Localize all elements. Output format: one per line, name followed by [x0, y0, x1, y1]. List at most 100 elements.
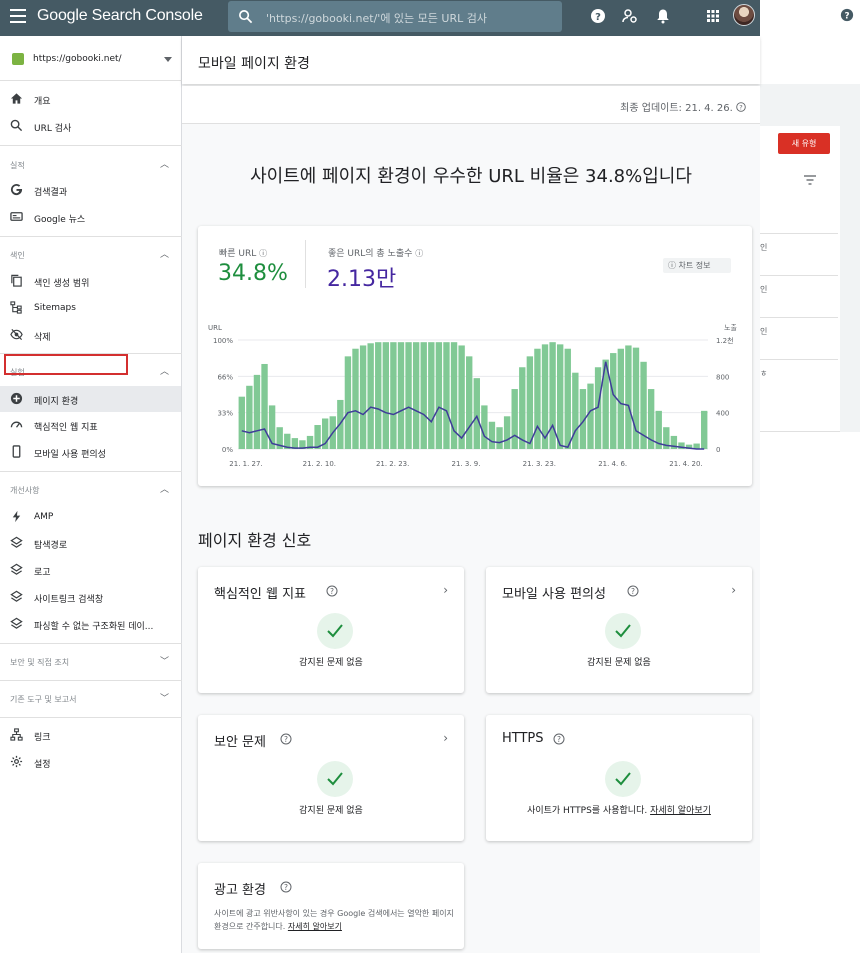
chevron-right-icon[interactable]: ›	[443, 731, 448, 745]
left-axis-label: URL	[208, 324, 222, 332]
bar	[359, 345, 367, 449]
y2-tick-label: 0	[716, 446, 720, 454]
sidebar-item-url-inspection[interactable]: URL 검사	[0, 113, 181, 139]
filter-icon[interactable]	[804, 175, 816, 185]
bar	[488, 421, 496, 449]
search-icon	[239, 10, 253, 24]
account-avatar[interactable]	[733, 4, 755, 26]
collapse-chevron-icon[interactable]: ︿	[160, 482, 169, 495]
learn-more-link[interactable]: 자세히 알아보기	[288, 922, 342, 931]
chevron-right-icon[interactable]: ›	[443, 583, 448, 597]
expand-chevron-icon[interactable]: ﹀	[160, 691, 169, 704]
security-issues-card[interactable]: 보안 문제 ? › 감지된 문제 없음	[198, 715, 464, 841]
sidebar-item-core-web-vitals[interactable]: 핵심적인 웹 지표	[0, 412, 181, 438]
sidebar-item-removals[interactable]: 삭제	[0, 322, 181, 348]
phone-icon	[12, 445, 21, 458]
divider	[0, 236, 182, 237]
plus-circle-icon	[10, 392, 23, 405]
collapse-chevron-icon[interactable]: ︿	[160, 364, 169, 377]
https-card[interactable]: HTTPS ? 사이트가 HTTPS를 사용합니다. 자세히 알아보기	[486, 715, 752, 841]
help-icon[interactable]: ?	[280, 733, 292, 745]
fast-url-value: 34.8%	[218, 261, 288, 286]
sidebar-item-label: 파싱할 수 없는 구조화된 데이...	[34, 622, 154, 632]
sidebar-item-sitelinks-searchbox[interactable]: 사이트링크 검색창	[0, 584, 181, 610]
help-icon[interactable]: ?	[627, 585, 639, 597]
sidebar-item-label: 로고	[34, 568, 51, 578]
layers-icon	[10, 563, 23, 575]
bar	[253, 374, 261, 449]
manage-users-icon[interactable]	[622, 8, 638, 24]
sidebar-item-unparsable-structured-data[interactable]: 파싱할 수 없는 구조화된 데이...	[0, 611, 181, 637]
svg-text:?: ?	[739, 104, 742, 112]
bar	[428, 342, 435, 449]
sidebar-item-settings[interactable]: 설정	[0, 749, 181, 775]
bar	[473, 378, 480, 449]
check-circle-icon	[605, 761, 641, 797]
sidebar-item-google-news[interactable]: Google 뉴스	[0, 204, 181, 230]
sidebar-item-page-experience[interactable]: 페이지 환경	[0, 386, 181, 412]
sidebar-item-mobile-usability[interactable]: 모바일 사용 편의성	[0, 439, 181, 465]
help-icon[interactable]: ?	[840, 8, 854, 22]
news-icon	[10, 212, 23, 221]
sidebar-item-sitemaps[interactable]: Sitemaps	[0, 295, 181, 321]
sidebar-item-label: Sitemaps	[34, 303, 76, 313]
help-icon[interactable]: ?	[326, 585, 338, 597]
notifications-bell-icon[interactable]	[655, 8, 671, 24]
y2-tick-label: 800	[716, 373, 729, 381]
signals-section-title: 페이지 환경 신호	[198, 531, 312, 550]
new-type-button[interactable]: 새 유형	[778, 133, 830, 154]
help-icon[interactable]: ⓘ	[415, 249, 423, 258]
bar	[632, 347, 640, 449]
sidebar-item-breadcrumbs[interactable]: 탐색경로	[0, 530, 181, 556]
bar	[511, 389, 518, 449]
property-selector[interactable]: https://gobooki.net/	[0, 44, 182, 76]
truncated-text: ㅎ	[760, 369, 768, 378]
sidebar-item-logo[interactable]: 로고	[0, 557, 181, 583]
collapse-chevron-icon[interactable]: ︿	[160, 247, 169, 260]
section-title-security[interactable]: 보안 및 직접 조치	[10, 657, 69, 668]
right-axis-label: 노출	[724, 323, 737, 332]
sidebar-item-links[interactable]: 링크	[0, 722, 181, 748]
mobile-usability-card[interactable]: 모바일 사용 편의성 ? › 감지된 문제 없음	[486, 567, 752, 693]
url-inspect-search-input[interactable]: 'https://gobooki.net/'에 있는 모든 URL 검사	[228, 1, 562, 32]
truncated-text: 인	[760, 327, 768, 336]
core-web-vitals-card[interactable]: 핵심적인 웹 지표 ? › 감지된 문제 없음	[198, 567, 464, 693]
info-icon: ⓘ	[668, 261, 676, 270]
sidebar-item-overview[interactable]: 개요	[0, 86, 181, 112]
expand-chevron-icon[interactable]: ﹀	[160, 654, 169, 667]
section-title-legacy-tools[interactable]: 기존 도구 및 보고서	[10, 694, 77, 705]
menu-icon[interactable]	[10, 9, 26, 23]
help-icon[interactable]: ?	[553, 733, 565, 745]
help-icon[interactable]: ⓘ	[259, 249, 267, 258]
apps-grid-icon[interactable]	[705, 8, 721, 24]
x-tick-label: 21. 2. 23.	[376, 460, 409, 468]
learn-more-link[interactable]: 자세히 알아보기	[650, 806, 711, 816]
help-icon[interactable]: ?	[736, 102, 746, 112]
x-tick-label: 21. 3. 9.	[452, 460, 481, 468]
help-icon[interactable]: ?	[590, 8, 606, 24]
bar	[367, 343, 374, 449]
card-title: 모바일 사용 편의성	[502, 587, 606, 602]
divider	[0, 643, 182, 644]
chart-info-button[interactable]: ⓘ 차트 정보	[663, 258, 731, 273]
sidebar-item-amp[interactable]: AMP	[0, 504, 181, 530]
collapse-chevron-icon[interactable]: ︿	[160, 157, 169, 170]
app-title[interactable]: Google Search Console	[37, 7, 203, 25]
sidebar-item-label: AMP	[34, 512, 54, 522]
bolt-icon	[12, 510, 21, 523]
sidebar-item-label: 개요	[34, 97, 51, 107]
chevron-right-icon[interactable]: ›	[731, 583, 736, 597]
sidebar-item-label: 삭제	[34, 333, 51, 343]
sidebar-item-coverage[interactable]: 색인 생성 범위	[0, 268, 181, 294]
good-url-impressions-label: 좋은 URL의 총 노출수 ⓘ	[328, 249, 424, 259]
sidebar-item-label: 탐색경로	[34, 541, 68, 551]
card-title: 광고 환경	[214, 883, 266, 898]
last-updated-text: 최종 업데이트: 21. 4. 26. ?	[620, 99, 746, 114]
chart-card: 빠른 URL ⓘ 34.8% 좋은 URL의 총 노출수 ⓘ 2.13만 ⓘ 차…	[198, 226, 752, 486]
last-updated-bar: 최종 업데이트: 21. 4. 26. ?	[182, 86, 760, 124]
sidebar-item-search-results[interactable]: 검색결과	[0, 177, 181, 203]
x-tick-label: 21. 3. 23.	[523, 460, 556, 468]
bar	[238, 396, 245, 449]
divider	[760, 317, 838, 318]
help-icon[interactable]: ?	[280, 881, 292, 893]
